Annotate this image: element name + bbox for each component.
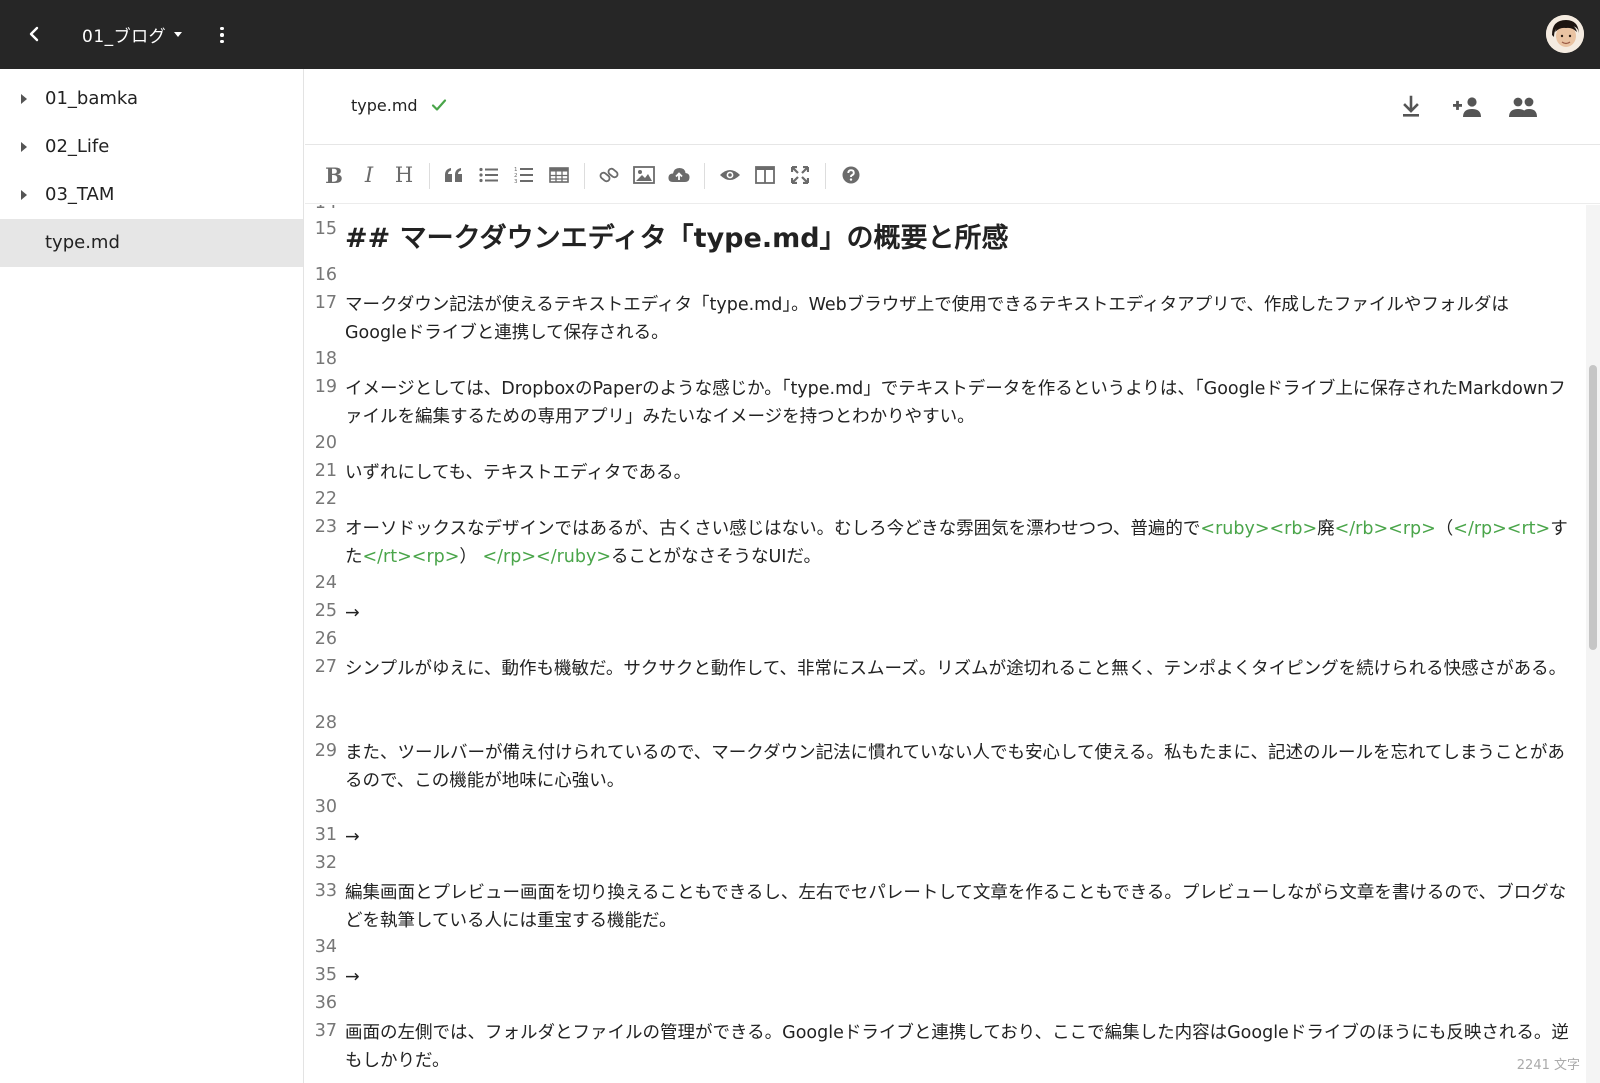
line-number: 19 (314, 377, 337, 397)
avatar[interactable] (1546, 15, 1584, 53)
html-tag: </rb><rp> (1334, 519, 1436, 539)
help-icon[interactable] (836, 160, 866, 190)
italic-button[interactable]: I (354, 160, 384, 190)
sidebar-item-folder[interactable]: 02_Life (0, 123, 303, 171)
line-number: 23 (314, 517, 337, 537)
line-number: 26 (314, 629, 337, 649)
text-run: ることがなさそうなUIだ。 (611, 547, 821, 567)
paragraph-text: 編集画面とプレビュー画面を切り換えることもできるし、左右でセパレートして文章を作… (345, 883, 1567, 931)
paragraph-text: オーソドックスなデザインではあるが、古くさい感じはない。むしろ今どきな雰囲気を漂… (345, 515, 1570, 571)
sidebar-item-file-active[interactable]: type.md (0, 219, 303, 267)
line-number: 22 (314, 489, 337, 509)
html-tag: <ruby><rb> (1200, 519, 1318, 539)
expand-triangle-icon[interactable] (21, 142, 27, 152)
toolbar-divider (429, 163, 430, 189)
folder-name: 01_ブログ (82, 27, 167, 47)
caret-down-icon (174, 32, 183, 37)
file-header: type.md (305, 69, 1600, 145)
sidebar-item-label: type.md (45, 232, 120, 253)
check-icon (430, 96, 448, 114)
line-number: 18 (314, 349, 337, 369)
expand-triangle-icon[interactable] (21, 94, 27, 104)
toolbar-divider (584, 163, 585, 189)
file-name: type.md (351, 96, 418, 115)
line-number: 29 (314, 741, 337, 761)
cloud-upload-icon[interactable] (664, 160, 694, 190)
folder-selector[interactable]: 01_ブログ (82, 22, 183, 47)
chevron-left-icon[interactable] (20, 20, 48, 48)
toolbar-divider (704, 163, 705, 189)
preview-eye-icon[interactable] (715, 160, 745, 190)
numbered-list-icon[interactable]: 123 (509, 160, 539, 190)
top-bar: 01_ブログ (0, 0, 1600, 69)
html-tag: </rp></ruby> (482, 547, 612, 567)
line-number: 35 (314, 965, 337, 985)
people-icon[interactable] (1507, 91, 1539, 123)
fullscreen-icon[interactable] (785, 160, 815, 190)
line-number: 34 (314, 937, 337, 957)
line-number: 28 (314, 713, 337, 733)
table-icon[interactable] (544, 160, 574, 190)
line-number: 32 (314, 853, 337, 873)
add-person-icon[interactable] (1452, 91, 1484, 123)
image-icon[interactable] (629, 160, 659, 190)
toolbar-divider (825, 163, 826, 189)
line-number: 17 (314, 293, 337, 313)
markdown-editor[interactable]: 14 15 ## マークダウンエディタ「type.md」の概要と所感 16 17… (305, 205, 1585, 1083)
text-run: オーソドックスなデザインではあるが、古くさい感じはない。むしろ今どきな雰囲気を漂… (345, 519, 1201, 539)
line-number: 15 (314, 219, 337, 239)
heading-text: ## マークダウンエディタ「type.md」の概要と所感 (345, 223, 1009, 254)
svg-text:3: 3 (514, 179, 518, 184)
line-number: 21 (314, 461, 337, 481)
line-number: 20 (314, 433, 337, 453)
sidebar-item-folder[interactable]: 03_TAM (0, 171, 303, 219)
download-icon[interactable] (1395, 91, 1427, 123)
text-run: ） (459, 547, 477, 567)
paragraph-text: イメージとしては、DropboxのPaperのような感じか。「type.md」で… (345, 379, 1566, 427)
paragraph-text: マークダウン記法が使えるテキストエディタ「type.md」。Webブラウザ上で使… (345, 295, 1509, 343)
more-vertical-icon[interactable] (210, 22, 234, 48)
paragraph-text: いずれにしても、テキストエディタである。 (345, 463, 692, 483)
html-tag: </rt><rp> (362, 547, 460, 567)
line-number: 27 (314, 657, 337, 677)
sidebar-item-label: 01_bamka (45, 88, 139, 109)
paragraph-text: → (345, 967, 360, 987)
link-icon[interactable] (594, 160, 624, 190)
paragraph-text: また、ツールバーが備え付けられているので、マークダウン記法に慣れていない人でも安… (345, 743, 1565, 791)
text-run: 廃 (1317, 519, 1335, 539)
sidebar-item-label: 03_TAM (45, 184, 115, 205)
line-number: 30 (314, 797, 337, 817)
line-number: 25 (314, 601, 337, 621)
paragraph-text: → (345, 827, 360, 847)
paragraph-text: 画面の左側では、フォルダとファイルの管理ができる。Googleドライブと連携して… (345, 1023, 1569, 1071)
expand-triangle-icon[interactable] (21, 190, 27, 200)
quote-icon[interactable] (439, 160, 469, 190)
paragraph-text: → (345, 603, 360, 623)
heading-button[interactable]: H (389, 160, 419, 190)
file-tree-sidebar: 01_bamka 02_Life 03_TAM type.md (0, 69, 304, 1083)
sidebar-item-folder[interactable]: 01_bamka (0, 75, 303, 123)
line-number: 16 (314, 265, 337, 285)
editor-toolbar: B I H 123 (305, 146, 1600, 204)
paragraph-text: シンプルがゆえに、動作も機敏だ。サクサクと動作して、非常にスムーズ。リズムが途切… (345, 659, 1567, 679)
html-tag: </rp><rt> (1453, 519, 1551, 539)
bold-button[interactable]: B (319, 160, 349, 190)
side-by-side-icon[interactable] (750, 160, 780, 190)
text-run: （ (1435, 519, 1454, 539)
line-number: 31 (314, 825, 337, 845)
sidebar-item-label: 02_Life (45, 136, 110, 157)
line-number: 33 (314, 881, 337, 901)
bullet-list-icon[interactable] (474, 160, 504, 190)
editor-scrollbar-thumb[interactable] (1589, 365, 1597, 650)
line-number: 24 (314, 573, 337, 593)
line-number: 14 (305, 205, 337, 213)
line-number: 37 (314, 1021, 337, 1041)
line-number: 36 (314, 993, 337, 1013)
word-count: 2241 文字 (1516, 1058, 1580, 1073)
